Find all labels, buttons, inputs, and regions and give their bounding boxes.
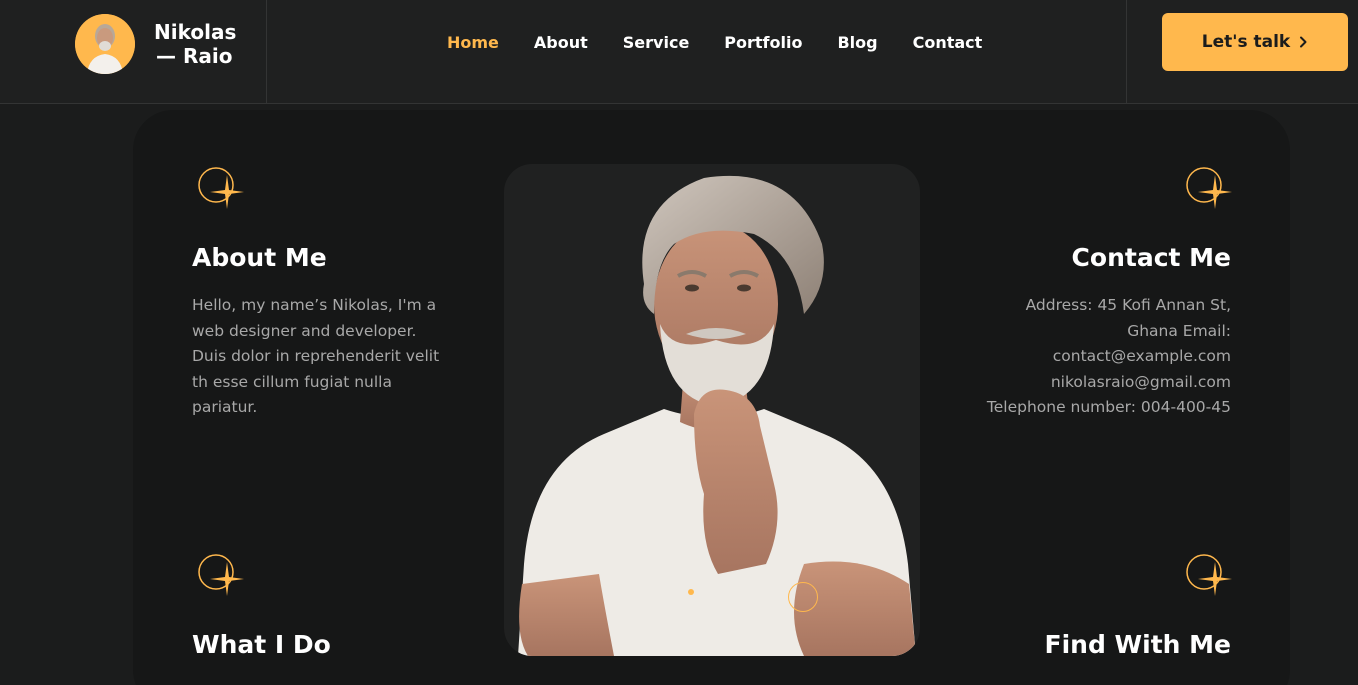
- nav-contact[interactable]: Contact: [913, 31, 983, 55]
- nav-blog[interactable]: Blog: [837, 31, 877, 55]
- decorative-ring: [788, 582, 818, 612]
- brand-name: Nikolas — Raio: [154, 20, 254, 68]
- about-line: pariatur.: [192, 398, 258, 416]
- about-me-title: About Me: [192, 243, 327, 272]
- nav-about[interactable]: About: [534, 31, 588, 55]
- contact-address-line: Address: 45 Kofi Annan St,: [1025, 296, 1231, 314]
- contact-email-link[interactable]: contact@example.com: [941, 344, 1231, 370]
- lets-talk-button[interactable]: Let's talk: [1162, 13, 1348, 71]
- contact-me-title: Contact Me: [1071, 243, 1231, 272]
- contact-address-line: Ghana Email:: [1127, 321, 1231, 340]
- about-line: Hello, my name’s Nikolas, I'm a: [192, 296, 437, 314]
- about-line: th esse cillum fugiat nulla: [192, 372, 392, 391]
- avatar: [75, 14, 135, 74]
- chevron-right-icon: [1300, 36, 1307, 48]
- nav-service[interactable]: Service: [623, 31, 690, 55]
- find-with-me-title: Find With Me: [1044, 630, 1231, 659]
- brand-name-first: Nikolas: [154, 20, 237, 44]
- nav-home[interactable]: Home: [447, 31, 499, 55]
- about-line: Duis dolor in reprehenderit velit: [192, 347, 440, 365]
- main-nav: Home About Service Portfolio Blog Contac…: [447, 31, 982, 55]
- profile-photo: [504, 164, 920, 656]
- about-me-text: Hello, my name’s Nikolas, I'm a web desi…: [192, 293, 482, 421]
- sparkle-circle-icon: [1186, 554, 1232, 596]
- header-divider: [1126, 0, 1127, 104]
- site-header: Nikolas — Raio Home About Service Portfo…: [0, 0, 1358, 104]
- carousel-dot[interactable]: [688, 589, 694, 595]
- contact-email-link[interactable]: nikolasraio@gmail.com: [941, 370, 1231, 396]
- brand[interactable]: Nikolas — Raio: [0, 0, 267, 104]
- lets-talk-label: Let's talk: [1201, 32, 1291, 52]
- contact-phone: Telephone number: 004-400-45: [986, 398, 1231, 416]
- about-line: web designer and developer.: [192, 321, 417, 340]
- nav-portfolio[interactable]: Portfolio: [724, 31, 802, 55]
- contact-me-details: Address: 45 Kofi Annan St, Ghana Email: …: [941, 293, 1231, 421]
- sparkle-circle-icon: [198, 554, 244, 596]
- sparkle-circle-icon: [198, 167, 244, 209]
- what-i-do-title: What I Do: [192, 630, 331, 659]
- brand-name-last: — Raio: [156, 44, 233, 68]
- sparkle-circle-icon: [1186, 167, 1232, 209]
